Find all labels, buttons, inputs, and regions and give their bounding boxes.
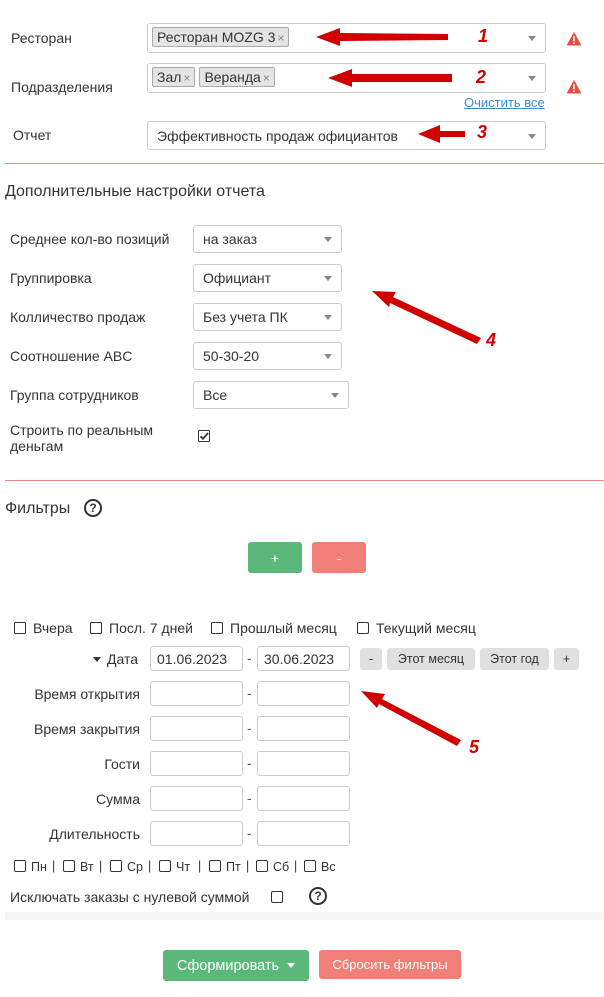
annotation-5: 5 [469,737,480,757]
arrow-4-icon [372,291,481,344]
annotation-2: 2 [476,67,487,87]
annotation-3: 3 [477,122,488,142]
arrow-3-icon [418,125,465,143]
annotation-4: 4 [486,330,497,350]
annotation-1: 1 [478,26,489,46]
annotation-arrows [316,28,481,746]
arrow-1-icon [316,28,448,46]
arrow-2-icon [328,69,452,87]
arrow-5-icon [361,691,461,746]
